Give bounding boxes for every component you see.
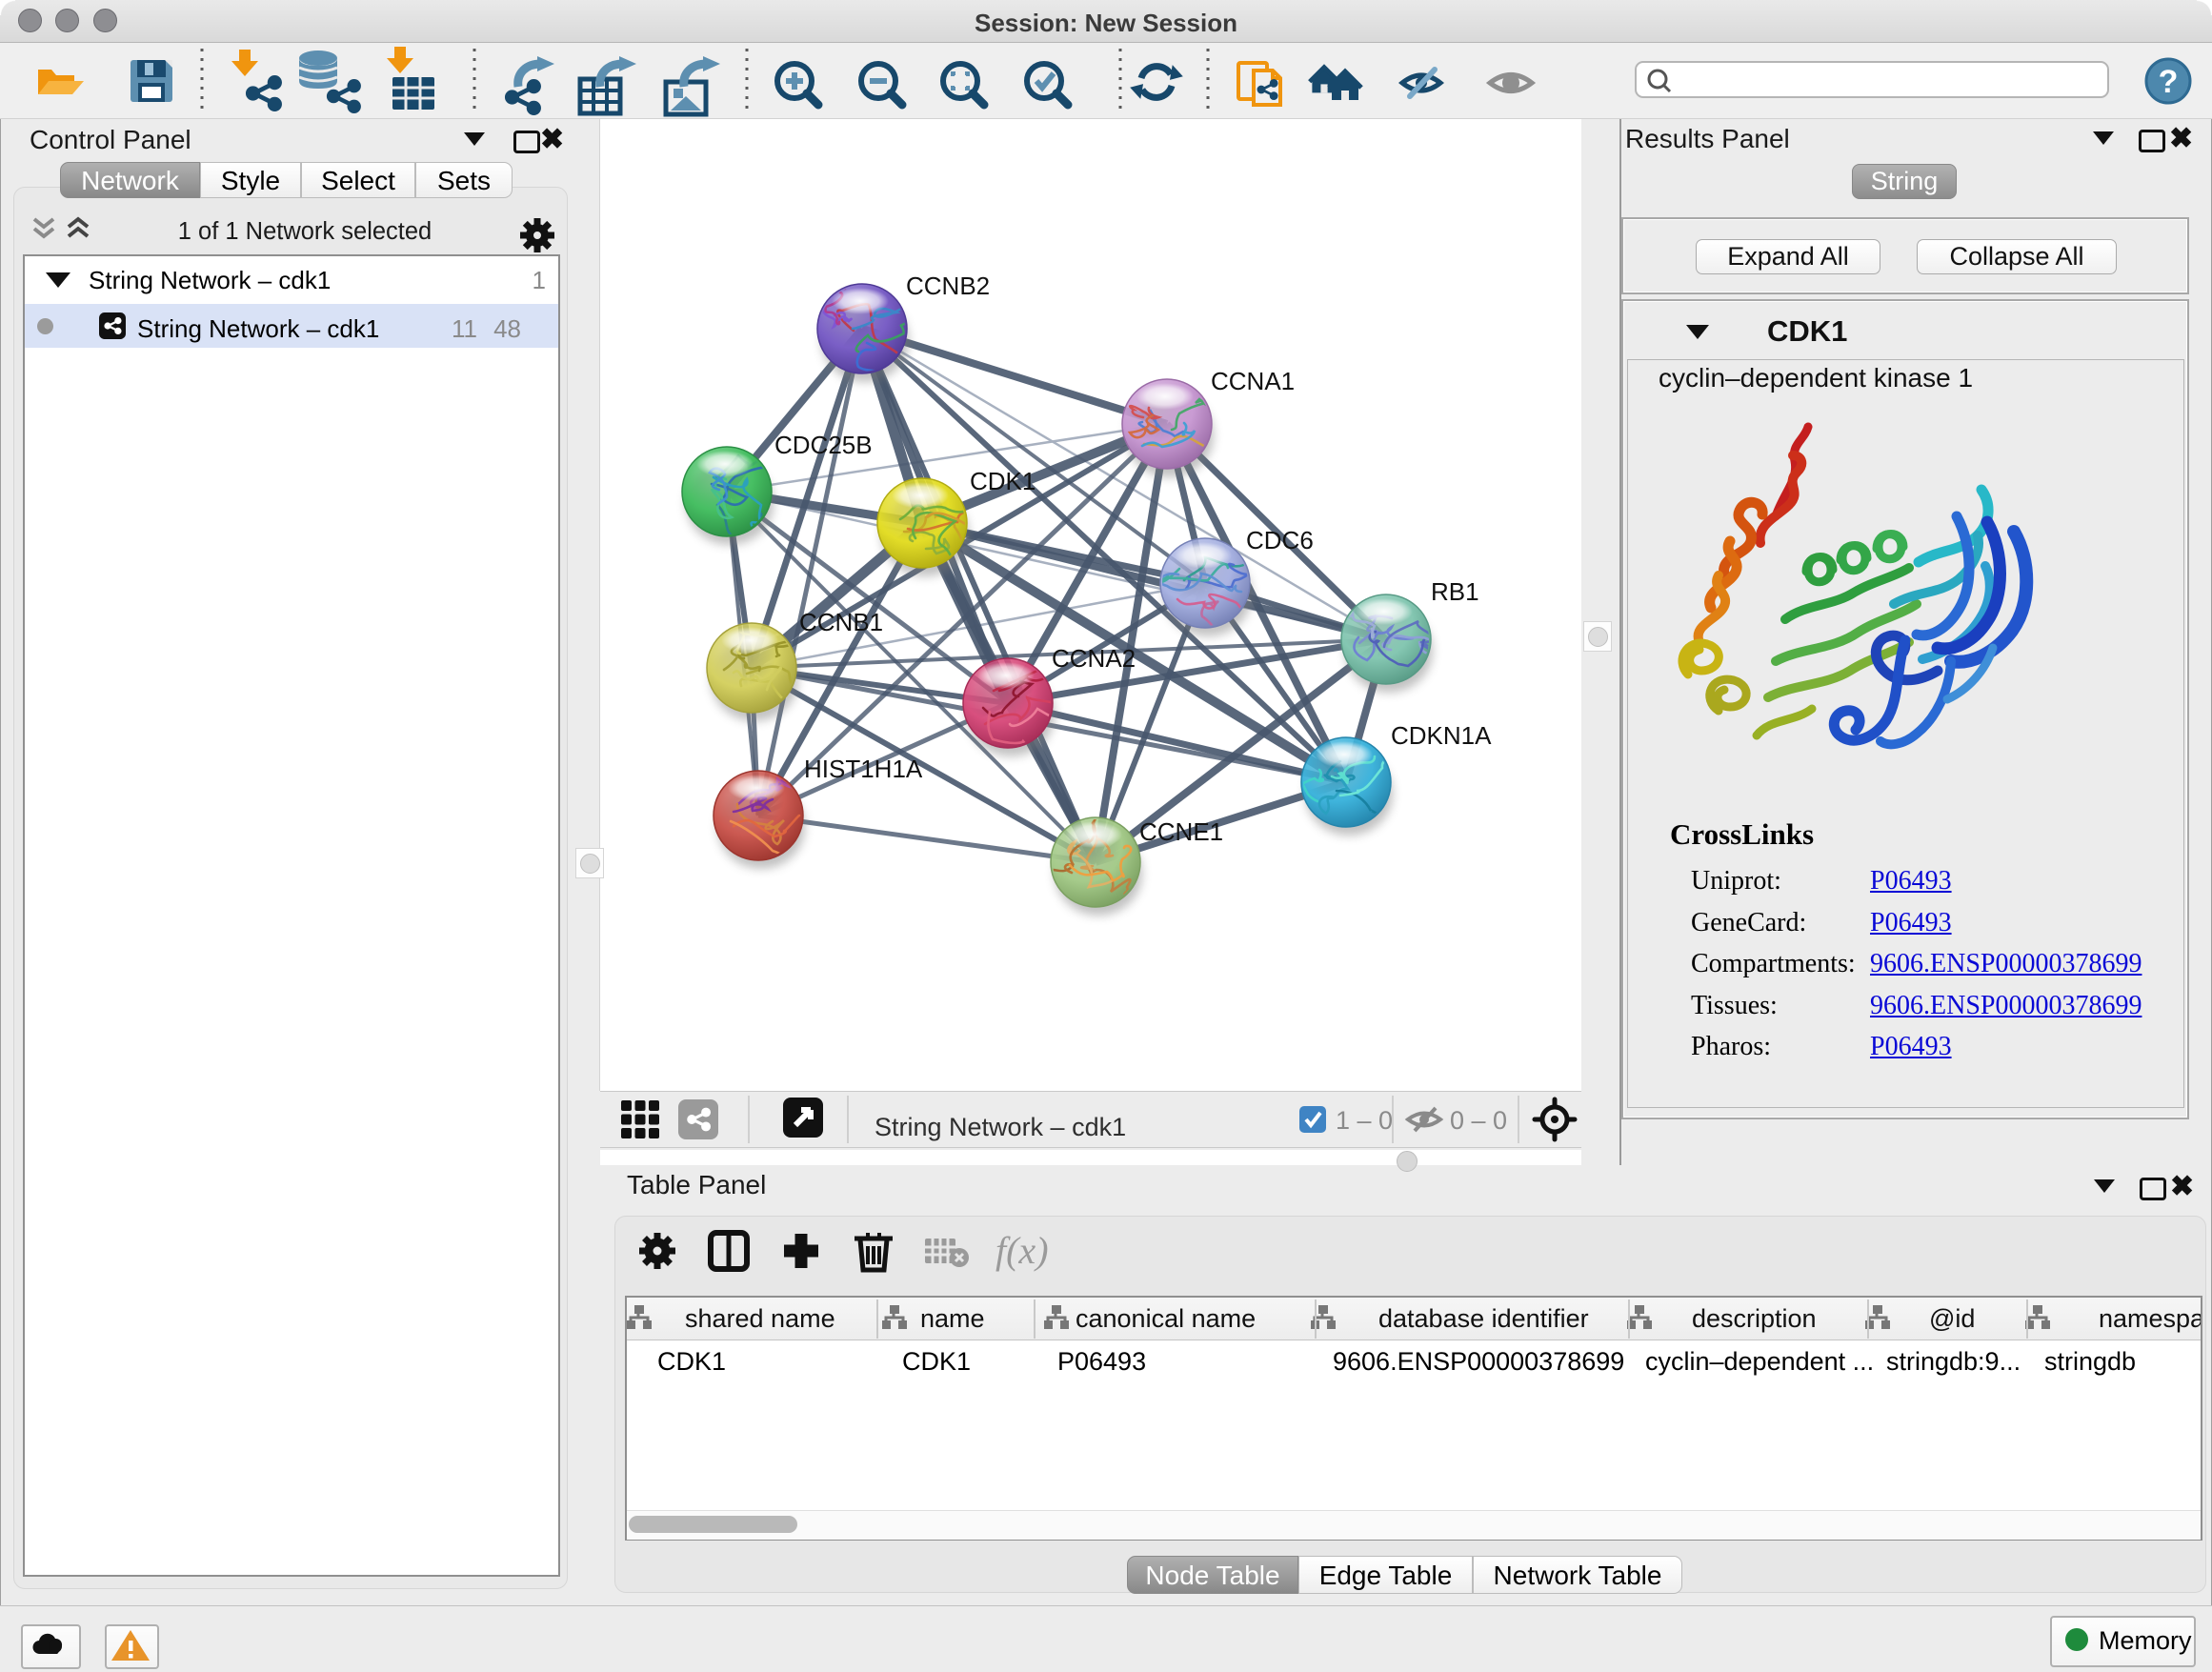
svg-text:CDC25B: CDC25B [774, 431, 873, 459]
svg-text:CDC6: CDC6 [1246, 526, 1314, 554]
svg-text:CCNA2: CCNA2 [1052, 644, 1136, 673]
svg-text:?: ? [2159, 64, 2179, 100]
svg-text:CCNA1: CCNA1 [1211, 367, 1295, 395]
svg-text:description: description [1692, 1304, 1817, 1333]
svg-text:CCNE1: CCNE1 [1139, 817, 1223, 846]
svg-text:canonical name: canonical name [1076, 1304, 1256, 1333]
svg-text:stringdb: stringdb [2044, 1347, 2136, 1376]
svg-text:P06493: P06493 [1057, 1347, 1146, 1376]
svg-text:HIST1H1A: HIST1H1A [804, 755, 923, 783]
svg-text:cyclin–dependent ...: cyclin–dependent ... [1645, 1347, 1874, 1376]
svg-text:CDKN1A: CDKN1A [1391, 721, 1492, 750]
svg-text:@id: @id [1929, 1304, 1975, 1333]
svg-text:CCNB1: CCNB1 [799, 608, 883, 636]
svg-text:stringdb:9...: stringdb:9... [1886, 1347, 2021, 1376]
svg-text:CCNB2: CCNB2 [906, 272, 990, 300]
svg-text:CDK1: CDK1 [657, 1347, 726, 1376]
svg-text:RB1: RB1 [1431, 577, 1479, 606]
svg-text:CDK1: CDK1 [902, 1347, 971, 1376]
svg-text:CDK1: CDK1 [970, 467, 1036, 495]
svg-text:shared name: shared name [685, 1304, 835, 1333]
svg-text:1 – 0: 1 – 0 [1336, 1106, 1393, 1135]
svg-text:9606.ENSP00000378699: 9606.ENSP00000378699 [1333, 1347, 1624, 1376]
svg-text:namespac: namespac [2099, 1304, 2201, 1333]
svg-text:0 – 0: 0 – 0 [1450, 1106, 1507, 1135]
svg-text:name: name [920, 1304, 985, 1333]
svg-text:database identifier: database identifier [1378, 1304, 1589, 1333]
svg-text:f(x): f(x) [995, 1229, 1049, 1272]
